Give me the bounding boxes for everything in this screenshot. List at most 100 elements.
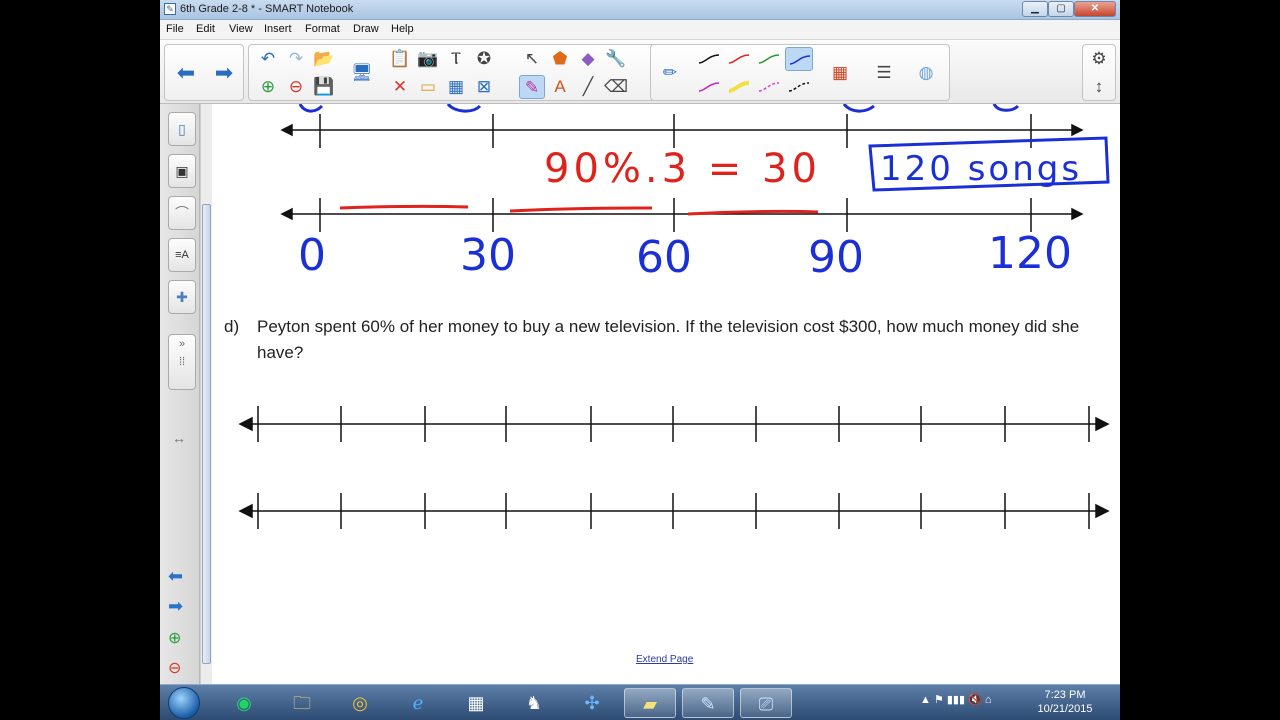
internet-explorer-icon[interactable]: ℯ <box>392 688 444 718</box>
magic-pen-icon[interactable]: ✪ <box>471 47 497 71</box>
pen-magenta-swatch[interactable] <box>695 75 723 99</box>
smart-notebook-window: ✎ 6th Grade 2-8 * - SMART Notebook ▁ ▢ ✕… <box>160 0 1120 720</box>
taskbar: ◉ 🗀 ◎ ℯ ▦ ♞ ✣ ▰ ✎ ⎚ ▲ ⚑ ▮▮▮ 🔇 ⌂ 7:23 PM … <box>160 684 1120 720</box>
spotify-icon[interactable]: ◉ <box>218 688 270 718</box>
tick-label-60: 60 <box>636 232 692 283</box>
side-tabs: ▯ ▣ ⌒ ≡A ✚ » ⁞⁞ ↔ ⬅ ➡ ⊕ ⊖ <box>160 104 200 684</box>
pen-green-swatch[interactable] <box>755 47 783 71</box>
delete-icon[interactable]: ✕ <box>387 75 413 99</box>
undo-icon[interactable]: ↶ <box>255 47 281 71</box>
menu-view[interactable]: View <box>229 23 253 35</box>
delete-page-icon[interactable]: ⊖ <box>283 75 309 99</box>
eraser-icon[interactable]: ⌫ <box>603 75 629 99</box>
close-button[interactable]: ✕ <box>1074 1 1116 17</box>
title-bar: ✎ 6th Grade 2-8 * - SMART Notebook ▁ ▢ ✕ <box>160 0 1120 20</box>
table-icon[interactable]: ▦ <box>443 75 469 99</box>
fill-icon[interactable]: ◆ <box>575 47 601 71</box>
notebook-icon: ✎ <box>164 3 176 15</box>
tick-label-30: 30 <box>460 230 516 281</box>
vertical-scrollbar[interactable] <box>200 104 212 684</box>
pen-blue-swatch[interactable] <box>785 47 813 71</box>
start-button[interactable] <box>168 687 200 719</box>
add-page-icon[interactable]: ⊕ <box>255 75 281 99</box>
select-tool-icon[interactable]: ↖ <box>519 47 545 71</box>
shapes-icon[interactable]: ⬟ <box>547 47 573 71</box>
tick-label-90: 90 <box>808 232 864 283</box>
pen-dashed-swatch[interactable] <box>785 75 813 99</box>
redo-icon[interactable]: ↷ <box>283 47 309 71</box>
save-icon[interactable]: 💾 <box>311 75 337 99</box>
recorder-icon[interactable]: ⎚ <box>740 688 792 718</box>
red-segment-marks <box>339 204 819 216</box>
forward-arrow-icon[interactable]: ➡ <box>168 596 183 617</box>
answer-text: 120 songs <box>880 149 1082 189</box>
smart-notebook-taskbar-icon[interactable]: ✎ <box>682 688 734 718</box>
chrome-icon[interactable]: ◎ <box>334 688 386 718</box>
rabbit-app-icon[interactable]: ♞ <box>508 688 560 718</box>
properties-tab-icon[interactable]: ≡A <box>168 238 196 272</box>
clock[interactable]: 7:23 PM 10/21/2015 <box>1030 688 1100 716</box>
collapse-tabs-icon[interactable]: » ⁞⁞ <box>168 334 196 390</box>
apps-grid-icon[interactable]: ▦ <box>450 688 502 718</box>
window-title: 6th Grade 2-8 * - SMART Notebook <box>180 3 354 15</box>
menu-file[interactable]: File <box>166 23 184 35</box>
menu-help[interactable]: Help <box>391 23 414 35</box>
capture-icon[interactable]: 📷 <box>415 47 441 71</box>
empty-number-line-2 <box>238 493 1110 529</box>
cross-icon[interactable]: ⊠ <box>471 75 497 99</box>
pens-tool-icon[interactable]: ✎ <box>519 75 545 99</box>
menu-insert[interactable]: Insert <box>264 23 292 35</box>
gallery-icon[interactable]: ▣ <box>168 154 196 188</box>
previous-page-icon[interactable]: ⬅ <box>173 61 199 85</box>
pen-icon[interactable]: ✏ <box>657 61 683 85</box>
scrollbar-thumb[interactable] <box>202 204 211 664</box>
move-toolbar-icon[interactable]: ↕ <box>1086 75 1112 99</box>
page-sorter-icon[interactable]: ▯ <box>168 112 196 146</box>
delete-page-side-icon[interactable]: ⊖ <box>168 658 181 678</box>
resize-handle-icon[interactable]: ↔ <box>172 430 186 446</box>
tick-label-0: 0 <box>298 230 326 281</box>
text-icon[interactable]: A <box>547 75 573 99</box>
pen-pink-swatch[interactable] <box>755 75 783 99</box>
settings-gear-icon[interactable]: ⚙ <box>1086 47 1112 71</box>
color-palette-icon[interactable]: ▦ <box>827 61 853 85</box>
menu-bar: File Edit View Insert Format Draw Help <box>160 20 1120 40</box>
text-tool-icon[interactable]: Ⲧ <box>443 47 469 71</box>
addons-icon[interactable]: ✚ <box>168 280 196 314</box>
back-arrow-icon[interactable]: ⬅ <box>168 566 183 587</box>
pen-group: ✏ ▦ ☰ ◍ <box>650 44 950 101</box>
screen-shade-icon[interactable]: ▭ <box>415 75 441 99</box>
menu-format[interactable]: Format <box>305 23 340 35</box>
pen-red-swatch[interactable] <box>725 47 753 71</box>
paste-icon[interactable]: 📋 <box>387 47 413 71</box>
menu-edit[interactable]: Edit <box>196 23 215 35</box>
attachments-icon[interactable]: ⌒ <box>168 196 196 230</box>
transparency-icon[interactable]: ◍ <box>913 61 939 85</box>
add-page-side-icon[interactable]: ⊕ <box>168 628 181 648</box>
clock-time: 7:23 PM <box>1044 689 1086 701</box>
red-annotation: 90%.3 = 30 <box>544 146 821 192</box>
properties-icon[interactable]: 🔧 <box>603 47 629 71</box>
minimize-button[interactable]: ▁ <box>1022 1 1048 17</box>
line-tool-icon[interactable]: ╱ <box>575 75 601 99</box>
empty-number-line-1 <box>238 406 1110 442</box>
notebook-page-canvas[interactable]: 90%.3 = 30 120 songs 0 30 60 90 120 d) P… <box>214 104 1120 684</box>
smart-ink-icon[interactable]: ▰ <box>624 688 676 718</box>
question-letter: d) <box>224 317 240 336</box>
display-icon[interactable]: 🖥 <box>349 61 375 85</box>
menu-draw[interactable]: Draw <box>353 23 379 35</box>
open-folder-icon[interactable]: 📂 <box>311 47 337 71</box>
system-tray[interactable]: ▲ ⚑ ▮▮▮ 🔇 ⌂ <box>920 693 991 706</box>
extend-page-link[interactable]: Extend Page <box>636 654 693 665</box>
number-line-2 <box>280 198 1084 232</box>
toolbar: ⬅ ➡ ↶ ↷ 📂 ⊕ ⊖ 💾 🖥 📋 📷 Ⲧ ✪ ✕ ▭ ▦ ⊠ ↖ ⬟ ◆ … <box>160 41 1120 104</box>
toolbar-options-group: ⚙ ↕ <box>1082 44 1116 101</box>
maximize-button[interactable]: ▢ <box>1048 1 1074 17</box>
next-page-icon[interactable]: ➡ <box>211 61 237 85</box>
pen-yellow-swatch[interactable] <box>725 75 753 99</box>
tick-label-120: 120 <box>988 228 1072 279</box>
line-style-icon[interactable]: ☰ <box>871 61 897 85</box>
file-explorer-icon[interactable]: 🗀 <box>276 688 328 718</box>
pen-black-swatch[interactable] <box>695 47 723 71</box>
network-app-icon[interactable]: ✣ <box>566 688 618 718</box>
